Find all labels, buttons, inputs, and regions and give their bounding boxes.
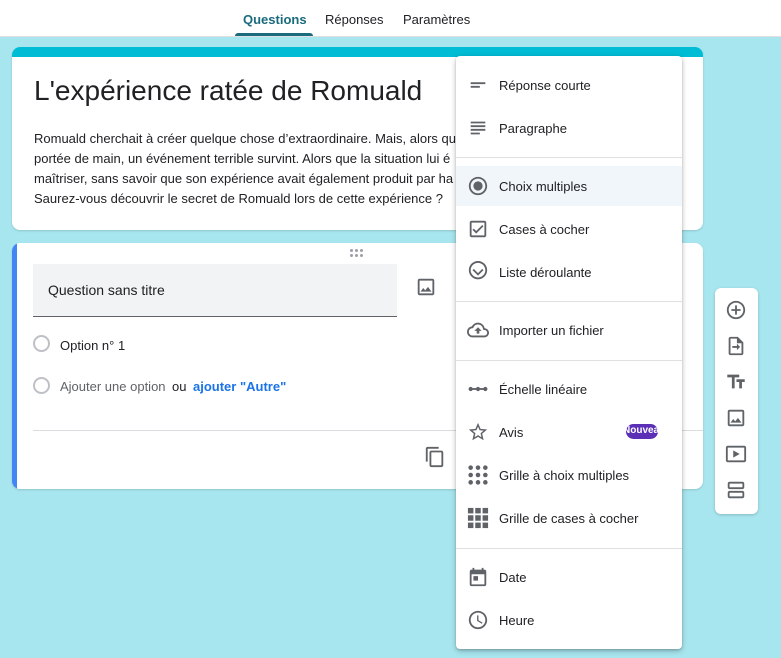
tab-settings[interactable]: Paramètres [403, 12, 470, 27]
option-label[interactable]: Option n° 1 [60, 338, 125, 353]
menu-item-label: Échelle linéaire [499, 382, 588, 397]
linear-scale-icon [467, 378, 489, 400]
menu-item-label: Choix multiples [499, 179, 588, 194]
menu-item-date[interactable]: Date [456, 557, 682, 597]
add-question-icon[interactable] [725, 299, 747, 321]
menu-item-time[interactable]: Heure [456, 600, 682, 640]
menu-item-dropdown[interactable]: Liste déroulante [456, 252, 682, 292]
paragraph-icon [467, 117, 489, 139]
star-icon [467, 421, 489, 443]
question-type-menu: Réponse courte Paragraphe Choix multiple… [456, 56, 682, 649]
menu-divider [456, 360, 682, 361]
menu-item-checkbox-grid[interactable]: Grille de cases à cocher [456, 498, 682, 538]
menu-item-file-upload[interactable]: Importer un fichier [456, 310, 682, 350]
checkbox-grid-icon [467, 507, 489, 529]
new-badge: Nouveau [626, 424, 658, 439]
add-title-icon[interactable] [725, 371, 747, 393]
cloud-upload-icon [467, 319, 489, 341]
top-tab-bar: Questions Réponses Paramètres [0, 0, 781, 37]
question-title-text: Question sans titre [48, 282, 165, 298]
menu-item-rating[interactable]: Avis Nouveau [456, 412, 682, 452]
side-toolbar [715, 288, 758, 514]
menu-item-label: Date [499, 570, 527, 585]
form-title[interactable]: L'expérience ratée de Romuald [34, 75, 422, 107]
add-image-icon[interactable] [415, 276, 437, 298]
tab-questions[interactable]: Questions [243, 12, 307, 27]
add-video-icon[interactable] [725, 443, 747, 465]
option-radio [33, 335, 50, 352]
add-image-icon[interactable] [725, 407, 747, 429]
menu-item-paragraph[interactable]: Paragraphe [456, 108, 682, 148]
active-tab-indicator [235, 33, 313, 36]
menu-item-label: Cases à cocher [499, 222, 590, 237]
question-title-input[interactable]: Question sans titre [33, 264, 397, 317]
add-option-link[interactable]: Ajouter une option [60, 379, 166, 394]
menu-divider [456, 157, 682, 158]
menu-item-label: Paragraphe [499, 121, 567, 136]
menu-item-label: Heure [499, 613, 535, 628]
menu-divider [456, 301, 682, 302]
calendar-icon [467, 566, 489, 588]
import-questions-icon[interactable] [725, 335, 747, 357]
menu-item-short-answer[interactable]: Réponse courte [456, 65, 682, 105]
menu-item-label: Avis [499, 425, 524, 440]
menu-item-label: Importer un fichier [499, 323, 604, 338]
active-question-indicator [12, 243, 17, 489]
short-answer-icon [467, 74, 489, 96]
menu-item-label: Grille à choix multiples [499, 468, 630, 483]
add-section-icon[interactable] [725, 479, 747, 501]
tab-responses[interactable]: Réponses [325, 12, 384, 27]
add-other-link[interactable]: ajouter "Autre" [193, 379, 286, 394]
menu-divider [456, 548, 682, 549]
multiple-choice-grid-icon [467, 464, 489, 486]
checkbox-icon [467, 218, 489, 240]
drag-handle-icon[interactable] [350, 249, 364, 257]
menu-item-label: Liste déroulante [499, 265, 592, 280]
radio-button-icon [467, 175, 489, 197]
dropdown-icon [467, 261, 489, 283]
menu-item-label: Réponse courte [499, 78, 591, 93]
clock-icon [467, 609, 489, 631]
duplicate-icon[interactable] [424, 446, 446, 468]
add-option-radio [33, 377, 50, 394]
menu-item-multiple-choice-grid[interactable]: Grille à choix multiples [456, 455, 682, 495]
menu-item-label: Grille de cases à cocher [499, 511, 639, 526]
menu-item-multiple-choice[interactable]: Choix multiples [456, 166, 682, 206]
menu-item-linear-scale[interactable]: Échelle linéaire [456, 369, 682, 409]
menu-item-checkboxes[interactable]: Cases à cocher [456, 209, 682, 249]
or-text: ou [172, 379, 187, 394]
